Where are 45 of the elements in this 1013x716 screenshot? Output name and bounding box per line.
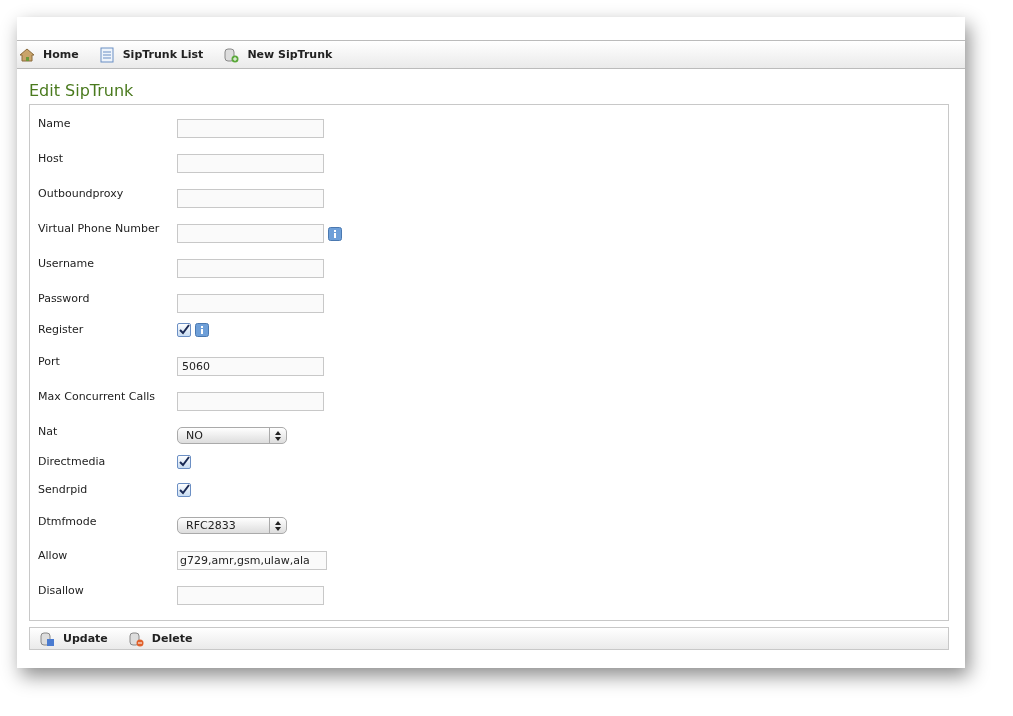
- input-field[interactable]: g729,amr,gsm,ulaw,ala: [177, 551, 327, 570]
- up-down-arrows-icon: [274, 430, 282, 442]
- database-add-icon: [223, 46, 240, 63]
- input-field[interactable]: [177, 586, 324, 605]
- page-title: Edit SipTrunk: [29, 81, 135, 100]
- input-field[interactable]: [177, 392, 324, 411]
- field-label: Name: [38, 116, 72, 130]
- field-label: Outboundproxy: [38, 186, 125, 200]
- select-dropdown[interactable]: RFC2833: [177, 517, 287, 534]
- field-label: Virtual Phone Number: [38, 221, 161, 235]
- house-icon: [19, 46, 35, 63]
- document-list-icon: [98, 46, 115, 63]
- field-label: Register: [38, 323, 85, 336]
- nav-link[interactable]: Home: [19, 46, 79, 63]
- database-delete-icon: [127, 630, 144, 647]
- field-label: Sendrpid: [38, 483, 89, 496]
- action-link[interactable]: Delete: [127, 630, 193, 647]
- field-label: Allow: [38, 548, 69, 562]
- select-dropdown[interactable]: NO: [177, 427, 287, 444]
- nav-link[interactable]: New SipTrunk: [223, 46, 333, 63]
- input-field[interactable]: [177, 294, 324, 313]
- nav-link[interactable]: SipTrunk List: [98, 46, 204, 63]
- field-label: Username: [38, 256, 96, 270]
- field-label: Host: [38, 151, 65, 165]
- field-label: Nat: [38, 424, 59, 438]
- input-field[interactable]: [177, 119, 324, 138]
- input-field[interactable]: 5060: [177, 357, 324, 376]
- checkbox[interactable]: [177, 323, 191, 337]
- up-down-arrows-icon: [274, 520, 282, 532]
- database-save-icon: [39, 630, 55, 647]
- field-label: Password: [38, 291, 91, 305]
- info-icon[interactable]: [195, 323, 209, 337]
- field-label: Directmedia: [38, 455, 107, 468]
- info-icon[interactable]: [328, 226, 342, 241]
- input-field[interactable]: [177, 154, 324, 173]
- field-label: Port: [38, 354, 61, 368]
- checkbox[interactable]: [177, 483, 191, 497]
- checkbox[interactable]: [177, 455, 191, 469]
- field-label: Disallow: [38, 583, 85, 597]
- field-label: Max Concurrent Calls: [38, 389, 157, 403]
- action-link[interactable]: Update: [39, 630, 108, 647]
- input-field[interactable]: [177, 259, 324, 278]
- input-field[interactable]: [177, 189, 324, 208]
- input-field[interactable]: [177, 224, 324, 243]
- field-label: Dtmfmode: [38, 514, 98, 528]
